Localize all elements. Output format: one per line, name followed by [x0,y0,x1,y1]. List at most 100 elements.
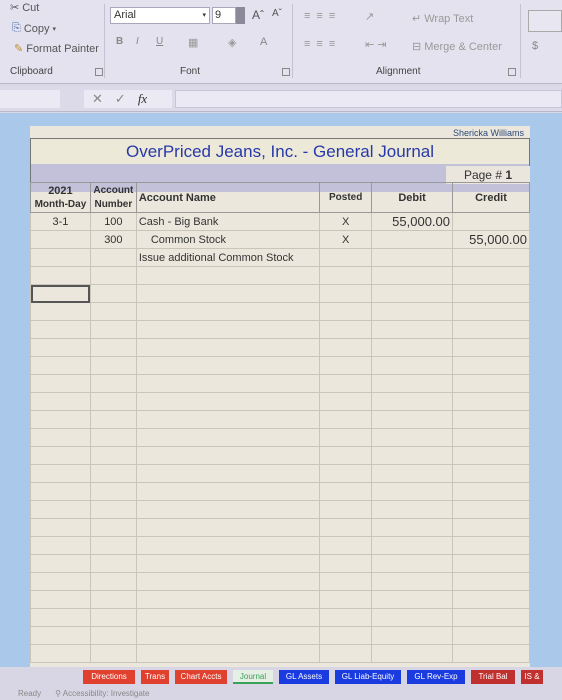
cell-debit[interactable] [371,428,454,447]
cell-date[interactable] [30,374,91,393]
cell-debit[interactable] [371,464,454,483]
cell-credit[interactable] [452,212,530,231]
cell-credit[interactable] [452,338,530,357]
cell-account-name[interactable]: Common Stock [135,230,321,249]
cut-button[interactable]: ✂ Cut [10,1,39,15]
cell-account-name[interactable] [135,356,321,375]
cell-account[interactable] [89,644,137,663]
cell-debit[interactable] [371,302,454,321]
cell-account-name[interactable] [135,518,321,537]
cancel-icon[interactable]: ✕ [92,91,103,107]
cell-posted[interactable] [319,266,373,285]
cell-credit[interactable] [452,356,530,375]
cell-date[interactable] [30,518,91,537]
cell-posted[interactable] [319,446,373,465]
cell-debit[interactable] [371,626,454,645]
cell-account[interactable] [89,608,137,627]
cell-account[interactable] [89,572,137,591]
cell-account[interactable] [89,518,137,537]
cell-date[interactable] [30,410,91,429]
cell-credit[interactable] [452,482,530,501]
cell-debit[interactable] [371,518,454,537]
cell-account[interactable] [89,392,137,411]
merge-center-button[interactable]: ⊟ Merge & Center [412,40,502,54]
cell-credit[interactable] [452,266,530,285]
cell-account-name[interactable] [135,284,321,303]
cell-credit[interactable] [452,536,530,555]
cell-debit[interactable] [371,356,454,375]
cell-date[interactable] [30,230,91,249]
cell-account[interactable] [89,248,137,267]
cell-debit[interactable] [371,572,454,591]
cell-credit[interactable] [452,464,530,483]
cell-account-name[interactable] [135,392,321,411]
cell-debit[interactable] [371,320,454,339]
cell-account-name[interactable] [135,626,321,645]
cell-account-name[interactable]: Issue additional Common Stock [135,248,321,267]
font-launcher-icon[interactable] [282,68,290,76]
cell-credit[interactable] [452,428,530,447]
cell-account[interactable] [89,410,137,429]
cell-debit[interactable] [371,644,454,663]
font-name-select[interactable]: Arial ▾ [110,7,210,24]
cell-account-name[interactable] [135,266,321,285]
cell-account[interactable] [89,482,137,501]
cell-date[interactable] [30,392,91,411]
cell-account[interactable] [89,266,137,285]
cell-credit[interactable] [452,392,530,411]
cell-posted[interactable] [319,392,373,411]
cell-credit[interactable] [452,320,530,339]
sheet-tab[interactable]: Trans [141,670,169,684]
cell-posted[interactable] [319,590,373,609]
cell-account[interactable] [89,626,137,645]
sheet-tab[interactable]: Directions [83,670,135,684]
cell-account-name[interactable] [135,572,321,591]
cell-account-name[interactable] [135,410,321,429]
cell-posted[interactable] [319,302,373,321]
cell-account-name[interactable] [135,644,321,663]
cell-credit[interactable] [452,590,530,609]
cell-posted[interactable] [319,284,373,303]
sheet-tab[interactable]: GL Liab-Equity [335,670,401,684]
cell-posted[interactable] [319,554,373,573]
cell-account-name[interactable] [135,536,321,555]
cell-credit[interactable] [452,284,530,303]
cell-date[interactable] [30,248,91,267]
accessibility-status[interactable]: ⚲ Accessibility: Investigate [55,689,149,698]
cell-account-name[interactable] [135,482,321,501]
cell-credit[interactable] [452,626,530,645]
vertical-align-buttons[interactable]: ≡≡≡ [304,10,341,22]
wrap-text-button[interactable]: ↵ Wrap Text [412,12,473,26]
fill-color-button[interactable]: ◈ [228,36,236,49]
cell-account[interactable] [89,464,137,483]
currency-button[interactable]: $ [532,40,538,52]
cell-debit[interactable] [371,590,454,609]
cell-credit[interactable] [452,608,530,627]
cell-credit[interactable] [452,518,530,537]
cell-date[interactable] [30,356,91,375]
sheet-tab[interactable]: Journal [233,670,273,684]
cell-account[interactable] [89,302,137,321]
cell-posted[interactable] [319,518,373,537]
cell-credit[interactable] [452,248,530,267]
cell-account-name[interactable] [135,428,321,447]
italic-button[interactable]: I [136,36,139,47]
cell-posted[interactable]: X [319,212,373,231]
cell-date[interactable] [30,266,91,285]
cell-account[interactable] [89,500,137,519]
cell-account[interactable] [89,536,137,555]
cell-credit[interactable] [452,410,530,429]
cell-posted[interactable] [319,626,373,645]
cell-account[interactable] [89,428,137,447]
cell-debit[interactable] [371,248,454,267]
cell-date[interactable] [30,302,91,321]
cell-account[interactable] [89,374,137,393]
cell-account-name[interactable] [135,608,321,627]
cell-date[interactable] [30,572,91,591]
cell-credit[interactable]: 55,000.00 [452,230,530,249]
enter-icon[interactable]: ✓ [115,91,126,107]
cell-credit[interactable] [452,572,530,591]
cell-debit[interactable] [371,410,454,429]
cell-debit[interactable] [371,338,454,357]
cell-credit[interactable] [452,374,530,393]
